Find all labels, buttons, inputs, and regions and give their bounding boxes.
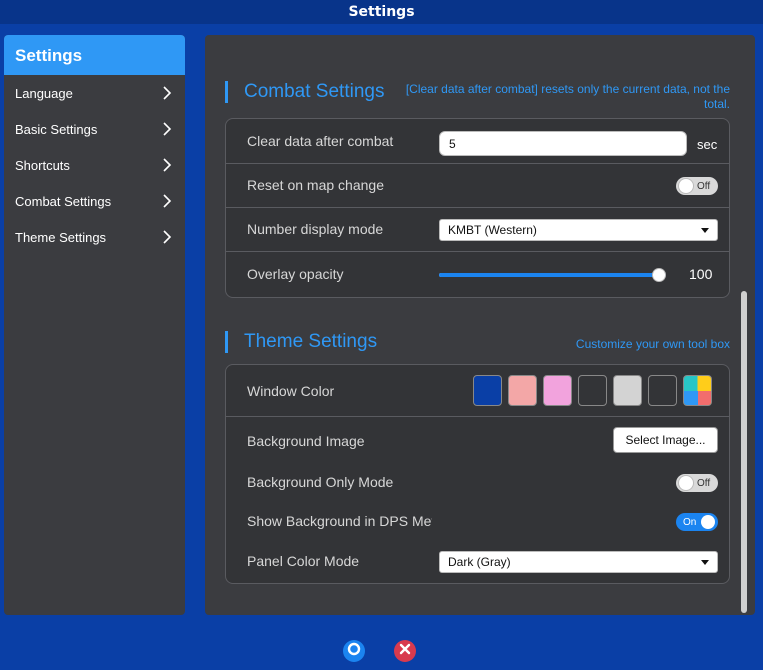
theme-settings-card: Window Color Background Image Select Ima… — [225, 364, 730, 584]
background-only-toggle[interactable]: Off — [676, 474, 718, 492]
color-swatch-blue[interactable] — [473, 375, 502, 406]
section-accent-bar — [225, 81, 228, 103]
caret-down-icon — [701, 227, 709, 233]
reset-map-label: Reset on map change — [247, 177, 384, 193]
theme-section-title: Theme Settings — [225, 331, 377, 353]
show-background-row: Show Background in DPS Meter On — [226, 501, 729, 541]
sidebar-item-label: Theme Settings — [15, 229, 107, 245]
window-color-row: Window Color — [226, 365, 729, 416]
background-only-label: Background Only Mode — [247, 474, 394, 490]
sidebar: Settings Language Basic Settings Shortcu… — [4, 35, 185, 615]
clear-data-unit: sec — [697, 137, 718, 152]
color-swatch-pink[interactable] — [543, 375, 572, 406]
sidebar-item-shortcuts[interactable]: Shortcuts — [4, 147, 185, 183]
close-icon — [399, 642, 411, 660]
toggle-knob — [679, 179, 693, 193]
sidebar-item-label: Combat Settings — [15, 193, 112, 209]
panel-color-row: Panel Color Mode Dark (Gray) — [226, 541, 729, 583]
cancel-button[interactable] — [394, 640, 416, 662]
reset-map-toggle[interactable]: Off — [676, 177, 718, 195]
toggle-state-text: On — [683, 516, 697, 528]
overlay-opacity-label: Overlay opacity — [247, 266, 344, 282]
color-swatch-charcoal[interactable] — [648, 375, 677, 406]
sidebar-item-combat-settings[interactable]: Combat Settings — [4, 183, 185, 219]
window-color-label: Window Color — [247, 383, 335, 399]
panel-color-label: Panel Color Mode — [247, 553, 360, 569]
toggle-state-text: Off — [697, 180, 711, 192]
section-title-text: Combat Settings — [244, 81, 385, 102]
opacity-value: 100 — [689, 266, 713, 282]
section-accent-bar — [225, 331, 228, 353]
theme-section-note: Customize your own tool box — [575, 337, 730, 351]
show-background-toggle[interactable]: On — [676, 513, 718, 531]
toggle-state-text: Off — [697, 477, 711, 489]
chevron-right-icon — [159, 193, 175, 209]
combat-settings-card: Clear data after combat 5 sec Reset on m… — [225, 118, 730, 298]
chevron-right-icon — [159, 85, 175, 101]
settings-panel: Combat Settings [Clear data after combat… — [205, 35, 755, 615]
panel-color-select[interactable]: Dark (Gray) — [439, 551, 718, 573]
combat-section-note: [Clear data after combat] resets only th… — [405, 82, 730, 111]
color-swatch-salmon[interactable] — [508, 375, 537, 406]
confirm-button[interactable] — [343, 640, 365, 662]
clear-data-input[interactable]: 5 — [439, 131, 687, 156]
section-title-text: Theme Settings — [244, 331, 378, 352]
clear-data-label: Clear data after combat — [247, 133, 394, 149]
select-value: KMBT (Western) — [448, 223, 537, 237]
background-only-row: Background Only Mode Off — [226, 461, 729, 501]
caret-down-icon — [701, 559, 709, 565]
number-mode-row: Number display mode KMBT (Western) — [226, 208, 729, 251]
overlay-opacity-row: Overlay opacity 100 — [226, 252, 729, 298]
select-image-button[interactable]: Select Image... — [613, 427, 718, 453]
color-swatch-dark[interactable] — [578, 375, 607, 406]
circle-icon — [347, 642, 361, 661]
chevron-right-icon — [159, 157, 175, 173]
background-image-label: Background Image — [247, 433, 365, 449]
background-image-row: Background Image Select Image... — [226, 417, 729, 461]
combat-section-title: Combat Settings — [225, 81, 384, 103]
sidebar-item-label: Basic Settings — [15, 121, 98, 137]
reset-map-row: Reset on map change Off — [226, 164, 729, 207]
toggle-knob — [701, 515, 715, 529]
clear-data-row: Clear data after combat 5 sec — [226, 119, 729, 163]
window-title: Settings — [0, 0, 763, 24]
sidebar-item-label: Shortcuts — [15, 157, 70, 173]
sidebar-item-basic-settings[interactable]: Basic Settings — [4, 111, 185, 147]
opacity-slider-handle[interactable] — [652, 268, 666, 282]
number-mode-label: Number display mode — [247, 221, 384, 237]
footer — [0, 625, 763, 670]
show-background-label: Show Background in DPS Meter — [247, 513, 432, 529]
color-swatch-light-gray[interactable] — [613, 375, 642, 406]
sidebar-item-theme-settings[interactable]: Theme Settings — [4, 219, 185, 255]
scrollbar[interactable] — [741, 291, 747, 613]
chevron-right-icon — [159, 121, 175, 137]
sidebar-item-language[interactable]: Language — [4, 75, 185, 111]
toggle-knob — [679, 476, 693, 490]
sidebar-header: Settings — [4, 35, 185, 75]
color-swatch-custom[interactable] — [683, 375, 712, 406]
sidebar-item-label: Language — [15, 85, 73, 101]
opacity-slider-fill — [439, 273, 666, 277]
number-mode-select[interactable]: KMBT (Western) — [439, 219, 718, 241]
select-value: Dark (Gray) — [448, 555, 511, 569]
chevron-right-icon — [159, 229, 175, 245]
